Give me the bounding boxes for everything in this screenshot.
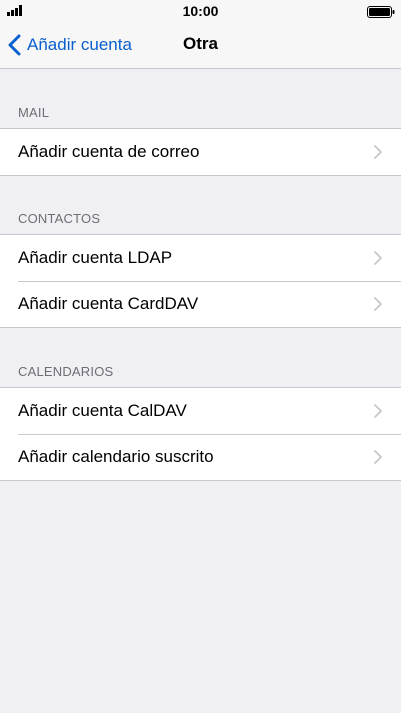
section-header-contacts: CONTACTOS (18, 211, 101, 226)
row-add-mail-account[interactable]: Añadir cuenta de correo (0, 129, 401, 175)
chevron-right-icon (374, 145, 382, 159)
chevron-right-icon (374, 297, 382, 311)
row-label: Añadir cuenta CardDAV (18, 294, 199, 313)
row-add-caldav-account[interactable]: Añadir cuenta CalDAV (0, 388, 401, 434)
section-header-calendars: CALENDARIOS (18, 364, 114, 379)
row-add-subscribed-calendar[interactable]: Añadir calendario suscrito (0, 434, 401, 480)
group-calendars: Añadir cuenta CalDAV Añadir calendario s… (0, 387, 401, 481)
group-contacts: Añadir cuenta LDAP Añadir cuenta CardDAV (0, 234, 401, 328)
status-time: 10:00 (182, 3, 219, 19)
chevron-right-icon (374, 450, 382, 464)
status-bar: 10:00 (0, 0, 401, 22)
page-title: Otra (183, 34, 218, 53)
row-add-carddav-account[interactable]: Añadir cuenta CardDAV (0, 281, 401, 327)
navigation-bar: Añadir cuenta Otra (0, 22, 401, 69)
row-add-ldap-account[interactable]: Añadir cuenta LDAP (0, 235, 401, 281)
group-mail: Añadir cuenta de correo (0, 128, 401, 176)
chevron-right-icon (374, 404, 382, 418)
battery-icon (367, 6, 395, 18)
row-label: Añadir cuenta CalDAV (18, 401, 187, 420)
row-label: Añadir calendario suscrito (18, 447, 214, 466)
chevron-right-icon (374, 251, 382, 265)
page-title-container: Otra (0, 34, 401, 54)
row-label: Añadir cuenta de correo (18, 142, 200, 161)
row-label: Añadir cuenta LDAP (18, 248, 173, 267)
section-header-mail: MAIL (18, 105, 50, 120)
